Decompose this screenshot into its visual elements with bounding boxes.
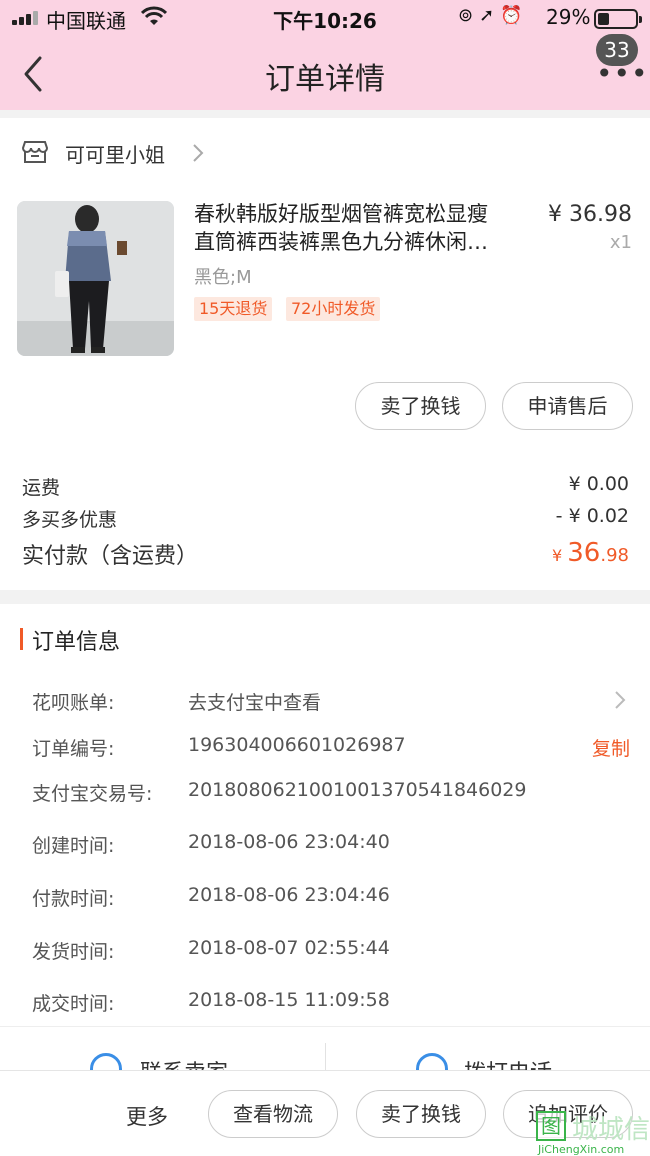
rotation-lock-icon: ⊚ — [458, 5, 480, 26]
info-value: 2018-08-06 23:04:40 — [188, 831, 390, 853]
info-value: 2018-08-07 02:55:44 — [188, 937, 390, 959]
top-bar: 中国联通 下午10:26 ⊚➚⏰ 29% 订单详情 33 ••• — [0, 0, 650, 110]
info-key: 成交时间: — [32, 993, 115, 1015]
total-integer: 36 — [567, 538, 601, 568]
order-info-section: 订单信息 花呗账单: 去支付宝中查看 订单编号: 196304006601026… — [0, 604, 650, 1026]
product-title[interactable]: 春秋韩版好版型烟管裤宽松显瘦 直筒裤西装裤黑色九分裤休闲… — [194, 200, 524, 256]
info-value: 2018-08-06 23:04:46 — [188, 884, 390, 906]
total-decimal: .98 — [600, 545, 629, 566]
info-value: 2018080621001001370541846029 — [188, 779, 527, 801]
product-title-line-2: 直筒裤西装裤黑色九分裤休闲… — [194, 230, 488, 254]
more-actions-button[interactable]: 更多 — [126, 1101, 168, 1131]
product-sku: 黑色;M — [194, 267, 252, 288]
return-policy-tag: 15天退货 — [194, 297, 273, 321]
watermark-text: 城城信 — [572, 1115, 650, 1145]
total-currency: ¥ — [552, 546, 568, 565]
watermark-url: JiChengXin.com — [538, 1143, 625, 1156]
view-logistics-button[interactable]: 查看物流 — [208, 1090, 338, 1138]
system-icons: ⊚➚⏰ — [458, 5, 529, 26]
contact-strip: 联系卖家 拨打电话 — [0, 1026, 650, 1070]
resell-bottom-button[interactable]: 卖了换钱 — [356, 1090, 486, 1138]
product-title-line-1: 春秋韩版好版型烟管裤宽松显瘦 — [194, 202, 488, 226]
call-button[interactable]: 拨打电话 — [464, 1055, 552, 1070]
shop-name[interactable]: 可可里小姐 — [65, 139, 165, 168]
chevron-right-icon — [614, 690, 626, 710]
battery-percent: 29% — [546, 5, 591, 29]
order-info-title: 订单信息 — [32, 630, 121, 655]
more-menu-icon[interactable]: ••• — [596, 60, 649, 88]
info-value: 2018-08-15 11:09:58 — [188, 989, 390, 1011]
after-sale-button[interactable]: 申请售后 — [502, 382, 633, 430]
shipping-fee-label: 运费 — [22, 477, 61, 499]
chat-icon[interactable] — [90, 1053, 122, 1070]
info-key: 花呗账单: — [32, 692, 115, 714]
location-icon: ➚ — [479, 5, 501, 26]
total-paid-label: 实付款（含运费） — [22, 544, 199, 569]
status-bar: 中国联通 下午10:26 ⊚➚⏰ 29% — [0, 0, 650, 36]
product-image[interactable] — [17, 201, 174, 356]
contact-seller-button[interactable]: 联系卖家 — [140, 1055, 228, 1070]
shop-icon — [21, 140, 49, 164]
product-quantity: x1 — [609, 232, 632, 253]
alarm-icon: ⏰ — [500, 5, 529, 26]
info-key: 订单编号: — [32, 738, 115, 760]
total-paid-value: ¥ 36.98 — [552, 538, 629, 568]
order-item-card: 可可里小姐 春秋韩版好版型烟管裤宽松显瘦 直筒裤西装裤黑色九分裤休闲… ¥ 36… — [0, 118, 650, 590]
chevron-right-icon[interactable] — [191, 142, 205, 164]
info-key: 支付宝交易号: — [32, 783, 153, 805]
page-title: 订单详情 — [265, 62, 385, 97]
info-key: 发货时间: — [32, 941, 115, 963]
copy-order-number-button[interactable]: 复制 — [592, 734, 630, 761]
watermark-logo: 图 — [536, 1111, 566, 1141]
section-accent-bar — [20, 628, 23, 650]
battery-icon — [594, 9, 642, 29]
shipping-time-tag: 72小时发货 — [286, 297, 381, 321]
info-key: 创建时间: — [32, 835, 115, 857]
order-number-value: 196304006601026987 — [188, 734, 406, 756]
phone-icon[interactable] — [416, 1053, 448, 1070]
product-price: ¥ 36.98 — [548, 202, 632, 227]
discount-value: - ¥ 0.02 — [555, 505, 629, 527]
shipping-fee-value: ¥ 0.00 — [568, 473, 629, 495]
bottom-action-bar: 更多 查看物流 卖了换钱 追加评价 图 城城信 JiChengXin.com — [0, 1070, 650, 1156]
divider — [325, 1043, 326, 1070]
info-key: 付款时间: — [32, 888, 115, 910]
resell-button[interactable]: 卖了换钱 — [355, 382, 486, 430]
info-value: 去支付宝中查看 — [188, 692, 322, 714]
discount-label: 多买多优惠 — [22, 509, 118, 531]
site-watermark: 图 城城信 JiChengXin.com — [532, 1105, 650, 1156]
